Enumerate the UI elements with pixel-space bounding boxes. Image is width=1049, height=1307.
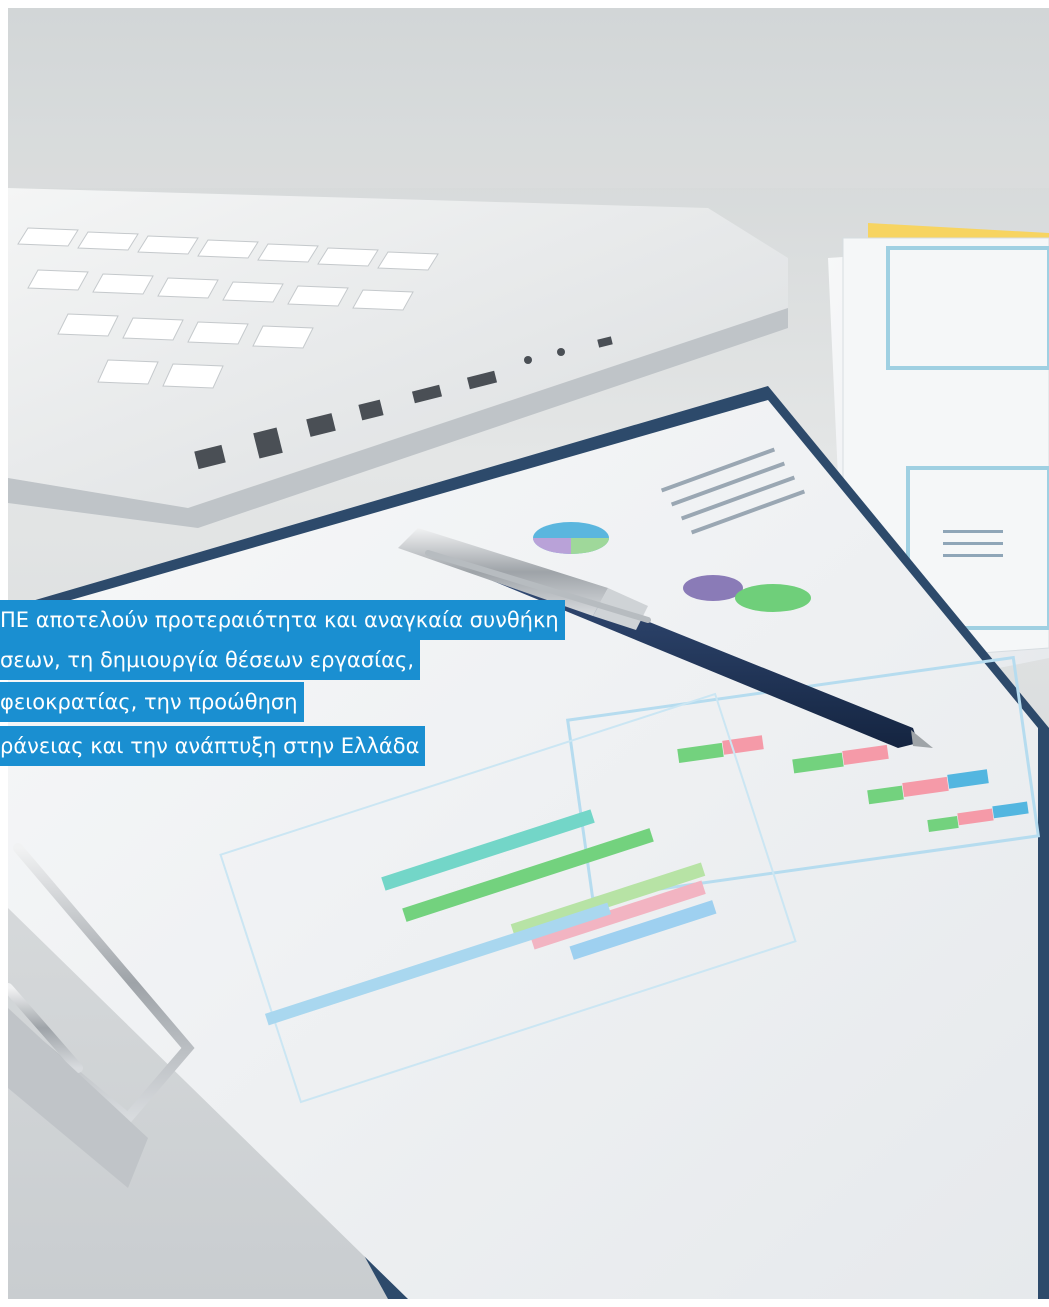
caption-line-3: φειοκρατίας, την προώθηση — [0, 682, 304, 722]
caption-line-2: σεων, τη δημιουργία θέσεων εργασίας, — [0, 640, 421, 680]
caption-line-4: ράνειας και την ανάπτυξη στην Ελλάδα — [0, 726, 426, 766]
caption-line-1: ΠΕ αποτελούν προτεραιότητα και αναγκαία … — [0, 600, 565, 640]
